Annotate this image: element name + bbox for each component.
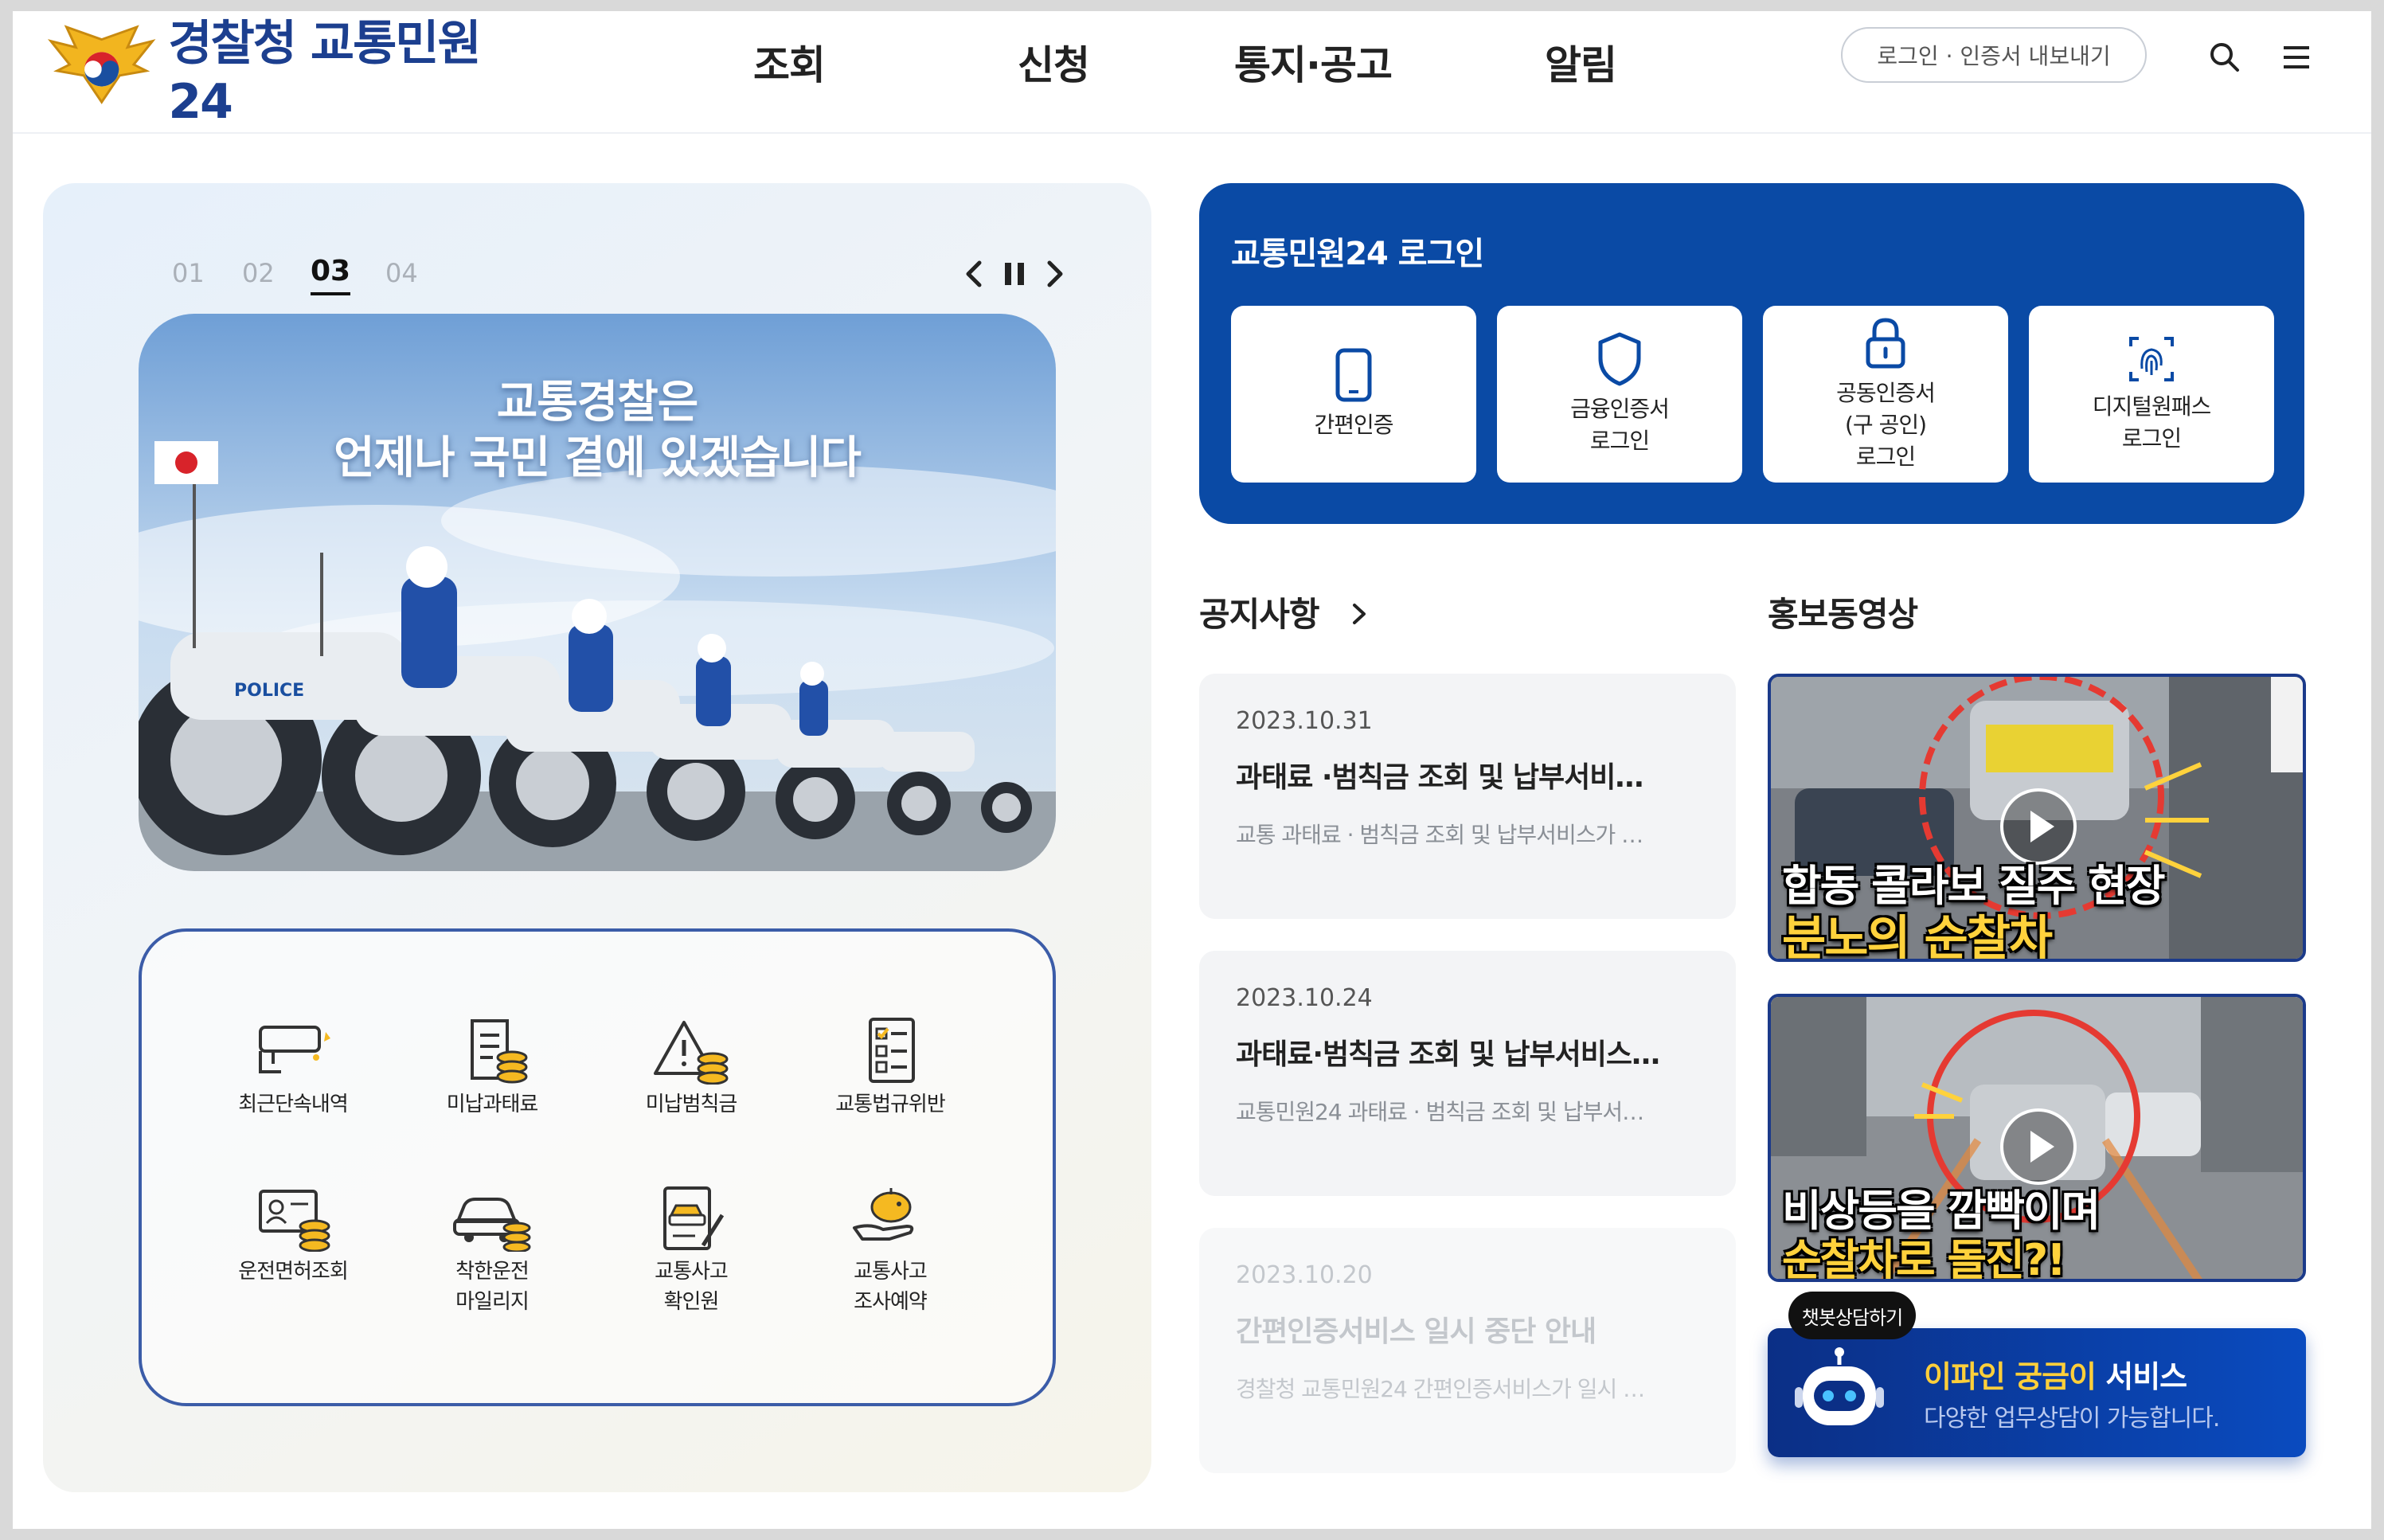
notice-desc: 교통 과태료 · 범칙금 조회 및 납부서비스가 … bbox=[1236, 822, 1643, 848]
robot-icon bbox=[1795, 1347, 1884, 1425]
quick-item-accident-reservation[interactable]: 교통사고 조사예약 bbox=[803, 1183, 978, 1317]
hand-piggybank-icon bbox=[853, 1188, 914, 1241]
site-header: 경찰청 교통민원24 조회 신청 통지·공고 알림 로그인 · 인증서 내보내기 bbox=[13, 11, 2371, 134]
chatbot-title-highlight: 이파인 궁금이 bbox=[1924, 1359, 2097, 1394]
quick-item-license-inquiry[interactable]: 운전면허조회 bbox=[205, 1183, 381, 1287]
joint-cert-button[interactable]: 공동인증서 (구 공인) 로그인 bbox=[1763, 306, 2008, 483]
police-emblem-icon bbox=[47, 25, 156, 104]
auth-label: 금융인증서 로그인 bbox=[1570, 396, 1670, 454]
notice-title: 과태료·범칙금 조회 및 납부서비스… bbox=[1236, 1038, 1660, 1071]
chatbot-title-rest: 서비스 bbox=[2096, 1359, 2187, 1394]
slide-indicator-4[interactable]: 04 bbox=[385, 258, 418, 288]
prev-slide-icon[interactable] bbox=[959, 256, 991, 291]
chatbot-banner[interactable]: 이파인 궁금이 서비스 다양한 업무상담이 가능합니다. bbox=[1768, 1328, 2306, 1457]
search-icon[interactable] bbox=[2207, 40, 2242, 75]
financial-cert-button[interactable]: 금융인증서 로그인 bbox=[1497, 306, 1742, 483]
chevron-right-icon bbox=[1353, 604, 1366, 624]
quick-item-recent-enforcement[interactable]: 최근단속내역 bbox=[205, 1016, 381, 1120]
login-export-button[interactable]: 로그인 · 인증서 내보내기 bbox=[1841, 27, 2147, 83]
fingerprint-icon bbox=[2129, 337, 2174, 381]
play-triangle bbox=[2030, 1131, 2054, 1163]
notices-heading[interactable]: 공지사항 bbox=[1199, 588, 1371, 636]
brand-name: 경찰청 교통민원24 bbox=[168, 15, 481, 130]
video-thumbnail[interactable]: 합동 콜라보 질주 현장 분노의 순찰차 bbox=[1768, 674, 2306, 962]
login-card: 교통민원24 로그인 간편인증 금융인증서 로그인 공동인증서 (구 공인) 로… bbox=[1199, 183, 2304, 524]
quick-item-unpaid-penalty[interactable]: 미납범칙금 bbox=[604, 1016, 779, 1120]
quick-item-good-driving-mileage[interactable]: 착한운전 마일리지 bbox=[404, 1183, 580, 1317]
checklist-icon bbox=[869, 1018, 915, 1083]
car-coins-icon bbox=[453, 1198, 531, 1252]
main-visual-panel: 01 02 03 04 POLICE 교통경찰은 언제나 국민 곁에 있겠습니다… bbox=[43, 183, 1151, 1492]
main-banner-image[interactable]: POLICE 교통경찰은 언제나 국민 곁에 있겠습니다 bbox=[139, 314, 1056, 871]
video-thumbnail[interactable]: 비상등을 깜빡이며 순찰차로 돌진?! bbox=[1768, 994, 2306, 1282]
site-logo[interactable]: 경찰청 교통민원24 bbox=[43, 16, 537, 130]
quick-menu: 최근단속내역 미납과태료 미납범칙금 교통법규위반 운전면허조회 착한운전 마일… bbox=[139, 928, 1056, 1406]
nav-item-inquiry[interactable]: 조회 bbox=[753, 33, 826, 91]
id-card-coins-icon bbox=[259, 1190, 330, 1252]
page-frame: 경찰청 교통민원24 조회 신청 통지·공고 알림 로그인 · 인증서 내보내기… bbox=[13, 11, 2371, 1529]
menu-icon[interactable] bbox=[2279, 40, 2314, 75]
notice-date: 2023.10.24 bbox=[1236, 984, 1373, 1012]
quick-item-traffic-violation[interactable]: 교통법규위반 bbox=[803, 1016, 978, 1120]
quick-item-label: 미납범칙금 bbox=[645, 1092, 738, 1116]
auth-label: 간편인증 bbox=[1314, 412, 1393, 438]
slide-indicator-2[interactable]: 02 bbox=[242, 258, 275, 288]
video-caption-line2: 순찰차로 돌진?! bbox=[1782, 1235, 2066, 1282]
smartphone-icon bbox=[1335, 348, 1372, 402]
chatbot-title: 이파인 궁금이 서비스 bbox=[1924, 1352, 2187, 1396]
auth-label: 공동인증서 (구 공인) 로그인 bbox=[1836, 380, 1936, 470]
quick-item-accident-certificate[interactable]: 교통사고 확인원 bbox=[604, 1183, 779, 1317]
slide-indicator-1[interactable]: 01 bbox=[172, 258, 205, 288]
chatbot-bubble[interactable]: 챗봇상담하기 bbox=[1788, 1292, 1916, 1339]
chatbot-subtitle: 다양한 업무상담이 가능합니다. bbox=[1924, 1405, 2220, 1433]
quick-item-label: 교통사고 확인원 bbox=[655, 1260, 729, 1314]
nav-item-apply[interactable]: 신청 bbox=[1018, 33, 1090, 91]
notice-title: 과태료 ·범칙금 조회 및 납부서비… bbox=[1236, 761, 1643, 794]
notice-date: 2023.10.20 bbox=[1236, 1261, 1373, 1289]
quick-item-unpaid-fine[interactable]: 미납과태료 bbox=[404, 1016, 580, 1120]
warning-coins-icon bbox=[654, 1021, 729, 1085]
accident-document-icon bbox=[663, 1186, 725, 1250]
nav-item-alerts[interactable]: 알림 bbox=[1545, 33, 1617, 91]
video-caption-line2: 분노의 순찰차 bbox=[1782, 911, 2053, 962]
nav-item-notice[interactable]: 통지·공고 bbox=[1234, 33, 1393, 91]
notice-item[interactable]: 2023.10.31 과태료 ·범칙금 조회 및 납부서비… 교통 과태료 · … bbox=[1199, 674, 1736, 919]
receipt-coins-icon bbox=[471, 1019, 528, 1084]
videos-heading: 홍보동영상 bbox=[1768, 595, 1918, 634]
quick-item-label: 교통사고 조사예약 bbox=[854, 1260, 928, 1314]
shield-icon bbox=[1598, 332, 1641, 386]
notice-desc: 교통민원24 과태료 · 범칙금 조회 및 납부서… bbox=[1236, 1099, 1644, 1125]
notice-desc: 경찰청 교통민원24 간편인증서비스가 일시 … bbox=[1236, 1376, 1645, 1402]
quick-item-label: 운전면허조회 bbox=[238, 1260, 349, 1284]
cctv-camera-icon bbox=[259, 1026, 330, 1073]
svg-text:POLICE: POLICE bbox=[234, 681, 304, 701]
banner-headline-2: 언제나 국민 곁에 있겠습니다 bbox=[334, 432, 862, 484]
digital-onepass-button[interactable]: 디지털원패스 로그인 bbox=[2029, 306, 2274, 483]
quick-item-label: 착한운전 마일리지 bbox=[455, 1260, 530, 1314]
notice-date: 2023.10.31 bbox=[1236, 707, 1373, 735]
slide-indicator-3[interactable]: 03 bbox=[311, 255, 351, 295]
quick-item-label: 최근단속내역 bbox=[238, 1092, 349, 1116]
lock-icon bbox=[1866, 318, 1905, 369]
simple-auth-button[interactable]: 간편인증 bbox=[1231, 306, 1476, 483]
banner-headline-1: 교통경찰은 bbox=[496, 377, 699, 428]
play-icon[interactable] bbox=[2000, 1108, 2077, 1185]
next-slide-icon[interactable] bbox=[1038, 256, 1070, 291]
notice-item[interactable]: 2023.10.20 간편인증서비스 일시 중단 안내 경찰청 교통민원24 간… bbox=[1199, 1228, 1736, 1473]
quick-item-label: 교통법규위반 bbox=[835, 1092, 946, 1116]
notice-item[interactable]: 2023.10.24 과태료·범칙금 조회 및 납부서비스… 교통민원24 과태… bbox=[1199, 951, 1736, 1196]
auth-label: 디지털원패스 로그인 bbox=[2092, 393, 2212, 451]
quick-item-label: 미납과태료 bbox=[446, 1092, 539, 1116]
pause-icon[interactable] bbox=[999, 256, 1030, 291]
notice-title: 간편인증서비스 일시 중단 안내 bbox=[1236, 1315, 1596, 1348]
login-title: 교통민원24 로그인 bbox=[1231, 236, 1484, 272]
notices-title: 공지사항 bbox=[1199, 595, 1320, 634]
